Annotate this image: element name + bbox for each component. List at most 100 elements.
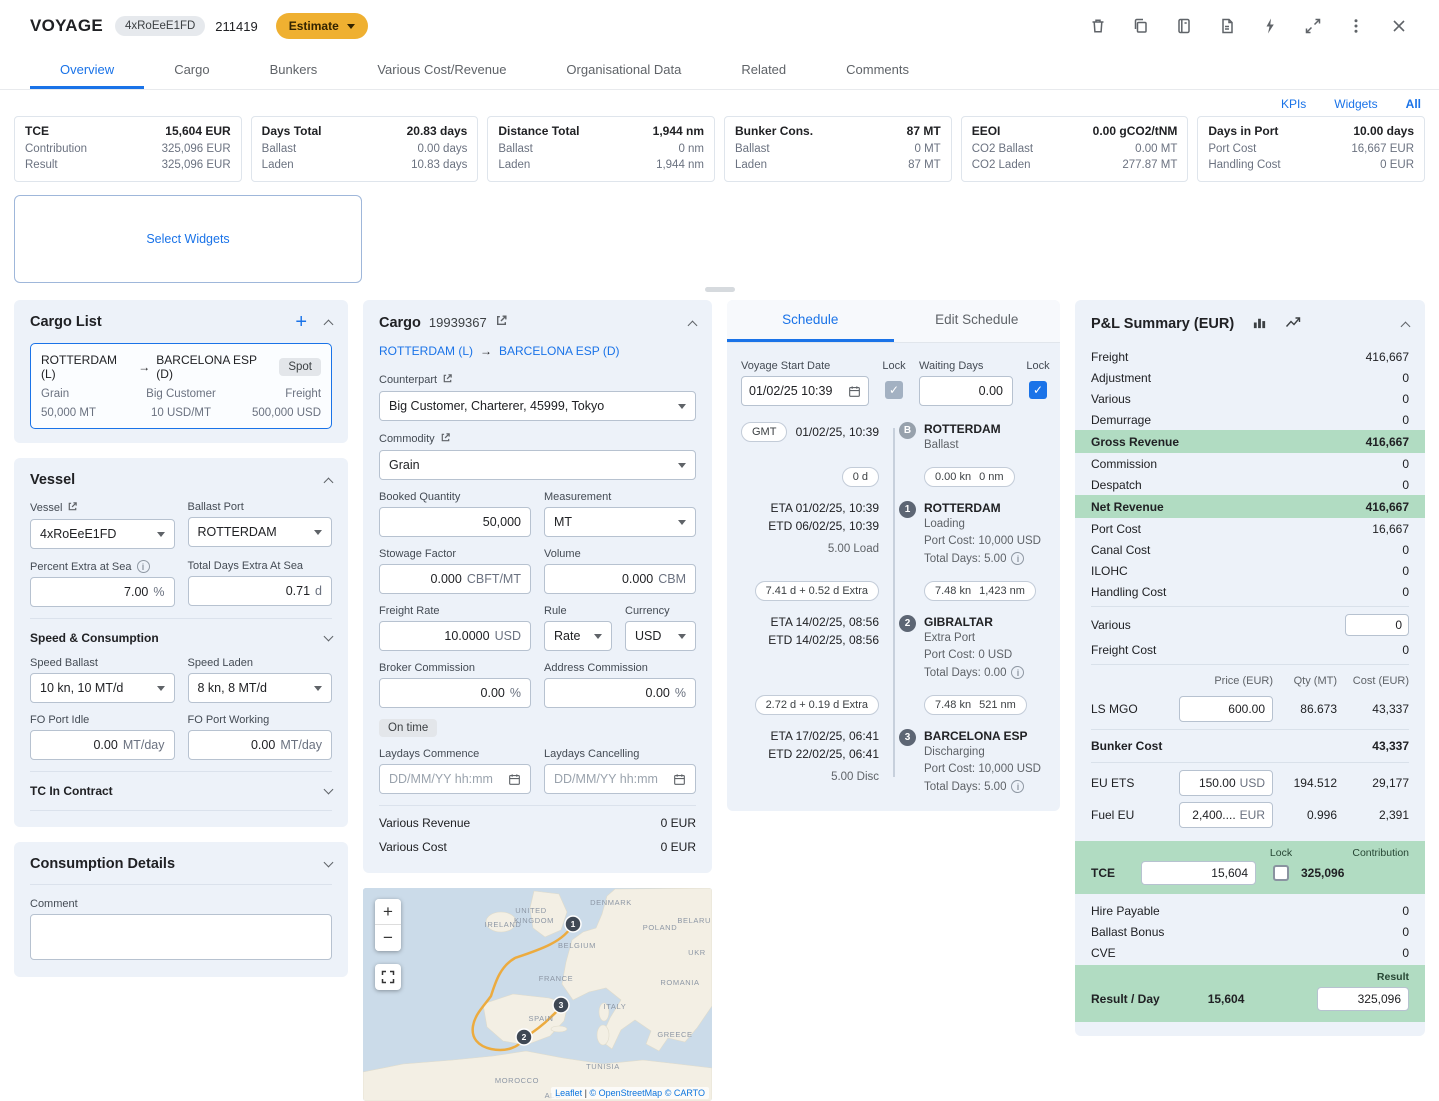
tab-comments[interactable]: Comments — [816, 52, 939, 89]
zoom-out-button[interactable]: − — [375, 925, 401, 951]
eu-ets-price-input[interactable]: 150.00USD — [1179, 770, 1273, 796]
trend-chart-icon[interactable] — [1285, 314, 1301, 334]
volume-input[interactable]: 0.000CBM — [544, 564, 696, 594]
link-widgets[interactable]: Widgets — [1334, 97, 1377, 111]
tab-edit-schedule[interactable]: Edit Schedule — [894, 300, 1061, 342]
fo-port-idle-input[interactable]: 0.00MT/day — [30, 730, 175, 760]
pnl-row: Freight416,667 — [1075, 346, 1425, 367]
speed-laden-select[interactable]: 8 kn, 8 MT/d — [188, 673, 333, 703]
copy-icon[interactable] — [1131, 16, 1151, 36]
tab-organisational-data[interactable]: Organisational Data — [536, 52, 711, 89]
route-from-link[interactable]: ROTTERDAM (L) — [379, 344, 473, 358]
tab-bunkers[interactable]: Bunkers — [240, 52, 348, 89]
total-days-extra-input[interactable]: 0.71d — [188, 576, 333, 606]
collapse-cargo-icon[interactable] — [688, 320, 698, 330]
address-commission-input[interactable]: 0.00% — [544, 678, 696, 708]
fullscreen-button[interactable] — [375, 964, 401, 990]
collapse-pnl-icon[interactable] — [1401, 322, 1411, 332]
currency-select[interactable]: USD — [625, 621, 696, 651]
svg-text:1: 1 — [571, 919, 576, 929]
external-link-icon[interactable] — [67, 501, 78, 515]
main-tabs: Overview Cargo Bunkers Various Cost/Reve… — [0, 52, 1439, 90]
chevron-down-icon — [347, 24, 355, 29]
speed-ballast-select[interactable]: 10 kn, 10 MT/d — [30, 673, 175, 703]
pdf-export-icon[interactable] — [1217, 16, 1237, 36]
pnl-row: Freight Cost0 — [1075, 639, 1425, 660]
fuel-eu-price-input[interactable]: 2,400....EUR — [1179, 802, 1273, 828]
collapse-consumption-icon[interactable] — [324, 857, 334, 867]
commodity-select[interactable]: Grain — [379, 450, 696, 480]
broker-commission-input[interactable]: 0.00% — [379, 678, 531, 708]
vessel-panel-title: Vessel — [30, 472, 75, 488]
vessel-select[interactable]: 4xRoEeE1FD — [30, 519, 175, 549]
various-cost-row: Various Cost 0 EUR — [379, 835, 696, 859]
ballast-port-select[interactable]: ROTTERDAM — [188, 517, 333, 547]
percent-extra-input[interactable]: 7.00% — [30, 577, 175, 607]
tab-overview[interactable]: Overview — [30, 52, 144, 89]
tab-schedule[interactable]: Schedule — [727, 300, 894, 342]
kebab-menu-icon[interactable] — [1346, 16, 1366, 36]
various-cost-input[interactable]: 0 — [1345, 614, 1409, 636]
voyage-start-date-input[interactable]: 01/02/25 10:39 — [741, 376, 869, 406]
calendar-icon[interactable] — [673, 773, 686, 786]
tab-cargo[interactable]: Cargo — [144, 52, 239, 89]
close-icon[interactable] — [1389, 16, 1409, 36]
calendar-icon[interactable] — [508, 773, 521, 786]
open-cargo-icon[interactable] — [495, 314, 508, 331]
external-link-icon[interactable] — [440, 432, 451, 446]
collapse-cargo-list-icon[interactable] — [324, 320, 334, 330]
bar-chart-icon[interactable] — [1252, 315, 1267, 334]
rule-select[interactable]: Rate — [544, 621, 612, 651]
estimate-button[interactable]: Estimate — [276, 13, 368, 39]
laydays-commence-input[interactable]: DD/MM/YY hh:mm — [379, 764, 531, 794]
link-all[interactable]: All — [1406, 97, 1421, 111]
osm-link[interactable]: © OpenStreetMap — [590, 1088, 663, 1098]
cargo-item-type: Freight — [239, 388, 321, 400]
fo-port-working-input[interactable]: 0.00MT/day — [188, 730, 333, 760]
info-icon[interactable]: i — [1011, 780, 1024, 793]
calendar-icon[interactable] — [848, 385, 861, 398]
info-icon[interactable]: i — [1011, 552, 1024, 565]
laydays-cancelling-input[interactable]: DD/MM/YY hh:mm — [544, 764, 696, 794]
result-input[interactable]: 325,096 — [1317, 987, 1409, 1011]
waiting-days-lock-checkbox[interactable]: ✓ — [1029, 381, 1047, 399]
voyage-start-lock-checkbox[interactable]: ✓ — [885, 381, 903, 399]
tce-input[interactable]: 15,604 — [1141, 861, 1256, 885]
zoom-in-button[interactable]: + — [375, 899, 401, 925]
link-kpis[interactable]: KPIs — [1281, 97, 1306, 111]
kpi-card-tce: TCE15,604 EUR Contribution325,096 EUR Re… — [14, 116, 242, 182]
flash-icon[interactable] — [1260, 16, 1280, 36]
measurement-select[interactable]: MT — [544, 507, 696, 537]
booked-quantity-input[interactable]: 50,000 — [379, 507, 531, 537]
select-widgets-button[interactable]: Select Widgets — [14, 195, 362, 283]
comment-textarea[interactable] — [30, 914, 332, 960]
drag-handle[interactable] — [705, 287, 735, 292]
counterpart-label: Counterpart — [379, 374, 437, 386]
journal-icon[interactable] — [1174, 16, 1194, 36]
kpi-sub-value: 10.83 days — [411, 157, 467, 173]
tab-various-cost-revenue[interactable]: Various Cost/Revenue — [347, 52, 536, 89]
info-icon[interactable]: i — [137, 560, 150, 573]
counterpart-select[interactable]: Big Customer, Charterer, 45999, Tokyo — [379, 391, 696, 421]
delete-icon[interactable] — [1088, 16, 1108, 36]
waiting-days-input[interactable]: 0.00 — [919, 376, 1013, 406]
tce-lock-checkbox[interactable]: ✓ — [1273, 865, 1289, 881]
add-cargo-button[interactable]: + — [295, 315, 307, 329]
cargo-item-counterpart: Big Customer — [123, 388, 238, 400]
freight-rate-input[interactable]: 10.0000USD — [379, 621, 531, 651]
collapse-vessel-icon[interactable] — [324, 478, 334, 488]
stowage-factor-input[interactable]: 0.000CBFT/MT — [379, 564, 531, 594]
info-icon[interactable]: i — [1011, 666, 1024, 679]
route-to-link[interactable]: BARCELONA ESP (D) — [499, 344, 619, 358]
speed-consumption-section[interactable]: Speed & Consumption — [30, 618, 332, 657]
tc-in-contract-section[interactable]: TC In Contract — [30, 771, 332, 811]
external-link-icon[interactable] — [442, 373, 453, 387]
tab-related[interactable]: Related — [711, 52, 816, 89]
route-map[interactable]: UNITED KINGDOM IRELAND DENMARK BELARU PO… — [363, 888, 712, 1101]
cargo-list-item[interactable]: ROTTERDAM (L) → BARCELONA ESP (D) Spot G… — [30, 343, 332, 429]
ls-mgo-price-input[interactable]: 600.00 — [1179, 696, 1273, 722]
expand-icon[interactable] — [1303, 16, 1323, 36]
leaflet-link[interactable]: Leaflet — [555, 1088, 582, 1098]
chevron-down-icon — [314, 530, 322, 535]
carto-link[interactable]: © CARTO — [665, 1088, 705, 1098]
